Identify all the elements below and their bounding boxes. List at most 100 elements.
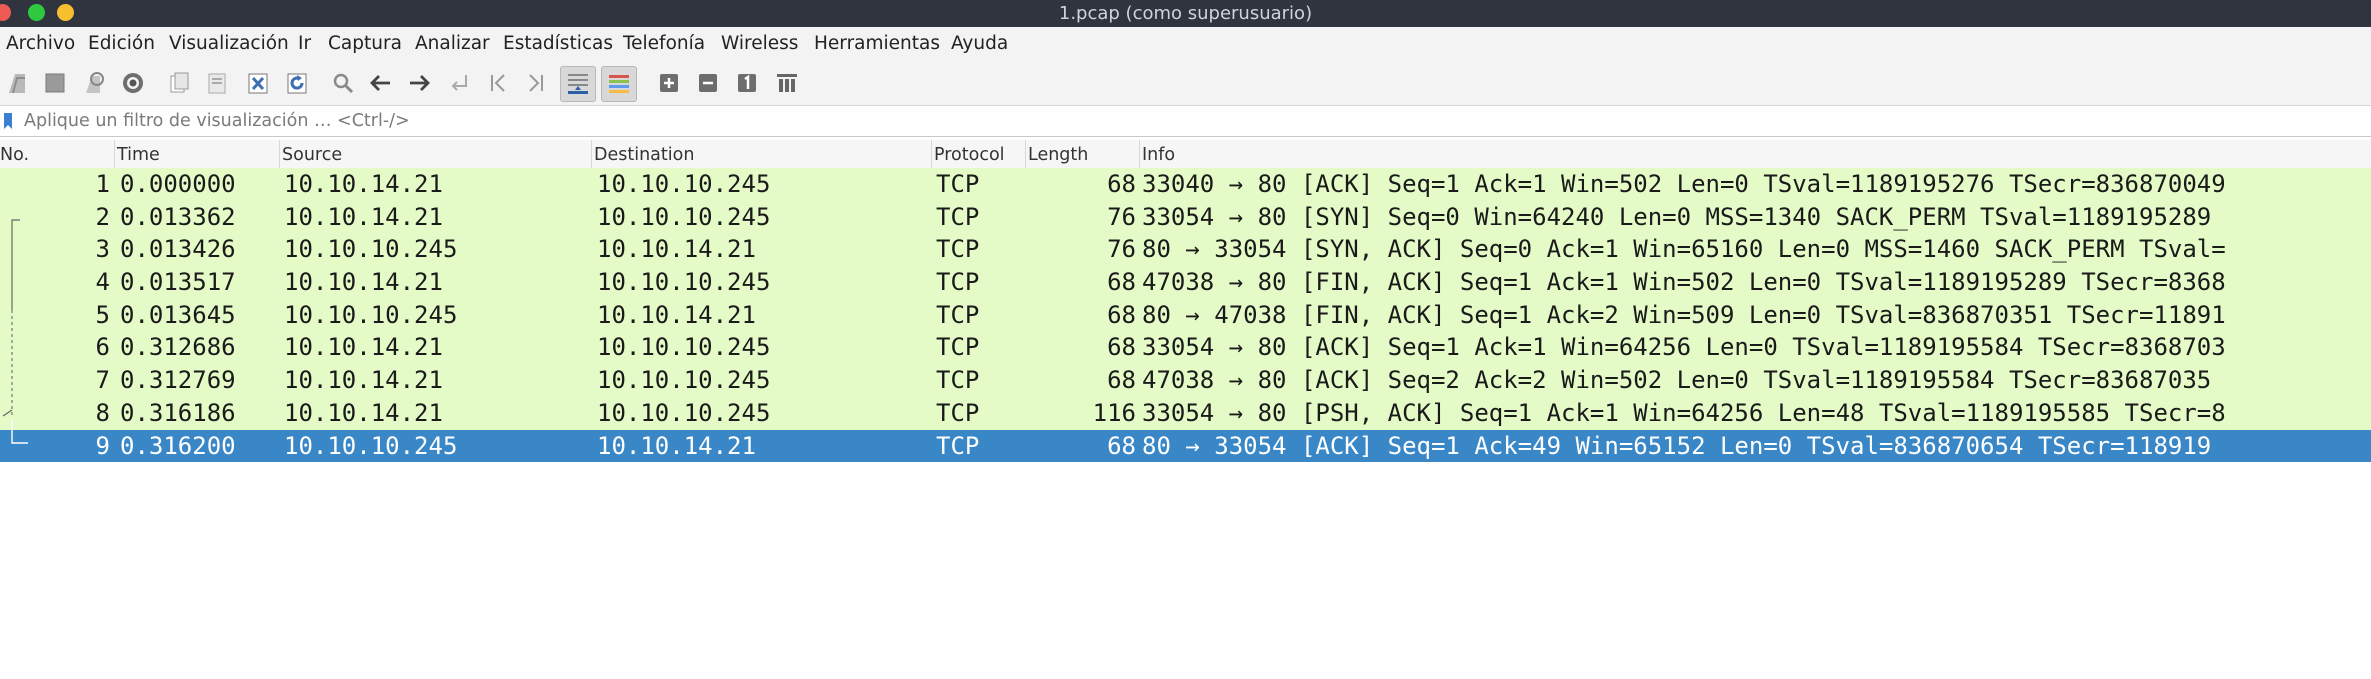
packet-row[interactable]: 5 0.013645 10.10.10.245 10.10.14.21 TCP … [0,298,2371,332]
find-packet-icon [333,73,354,94]
column-header-length[interactable]: Length [1026,140,1140,168]
column-header-protocol[interactable]: Protocol [932,140,1026,168]
packet-row[interactable]: 7 0.312769 10.10.14.21 10.10.10.245 TCP … [0,364,2371,397]
resize-columns-button[interactable] [770,66,804,100]
packet-length: 68 [1107,333,1136,362]
last-packet-button[interactable] [519,66,553,100]
autoscroll-button[interactable] [560,66,596,102]
first-packet-button[interactable] [481,66,515,100]
packet-protocol: TCP [936,235,980,264]
packet-time: 0.316186 [120,398,236,427]
window-title: 1.pcap (como superusuario) [1058,3,1313,24]
menu-archivo[interactable]: Archivo [6,27,75,61]
packet-destination: 10.10.10.245 [597,268,771,297]
packet-length: 68 [1107,366,1136,395]
find-packet-button[interactable] [326,66,360,100]
packet-no: 5 [95,300,110,329]
packet-no: 7 [95,366,110,395]
packet-no: 9 [95,431,110,460]
capture-options-button[interactable] [116,66,150,100]
packet-protocol: TCP [936,268,980,297]
packet-time: 0.013362 [120,202,236,231]
go-forward-button[interactable] [402,66,436,100]
packet-info: 80 → 47038 [FIN, ACK] Seq=1 Ack=2 Win=50… [1142,300,2226,329]
go-back-icon [370,75,390,91]
reload-file-button[interactable] [280,66,314,100]
restart-capture-button[interactable] [77,66,111,100]
packet-source: 10.10.14.21 [284,366,443,395]
menu-captura[interactable]: Captura [328,27,402,61]
packet-source: 10.10.10.245 [284,300,458,329]
packet-time: 0.312769 [120,366,236,395]
column-header-source[interactable]: Source [280,140,592,168]
packet-time: 0.013645 [120,300,236,329]
packet-source: 10.10.14.21 [284,170,443,198]
autoscroll-icon [568,74,588,94]
stop-capture-button[interactable] [38,66,72,100]
go-to-packet-icon [451,75,467,91]
packet-time: 0.013426 [120,235,236,264]
menu-herramientas[interactable]: Herramientas [814,27,940,61]
packet-row[interactable]: 6 0.312686 10.10.14.21 10.10.10.245 TCP … [0,331,2371,365]
packet-time: 0.316200 [120,431,236,460]
normal-size-button[interactable] [730,66,764,100]
menu-ir[interactable]: Ir [298,27,311,61]
menu-edicion[interactable]: Edición [88,27,155,61]
packet-list-header: No. Time Source Destination Protocol Len… [0,140,2371,169]
packet-row-selected[interactable]: 9 0.316200 10.10.10.245 10.10.14.21 TCP … [0,429,2371,463]
packet-info: 47038 → 80 [FIN, ACK] Seq=1 Ack=1 Win=50… [1142,268,2226,297]
packet-length: 68 [1107,268,1136,297]
packet-info: 80 → 33054 [ACK] Seq=1 Ack=49 Win=65152 … [1142,431,2212,460]
start-capture-button[interactable] [0,66,34,100]
packet-length: 76 [1107,202,1136,231]
packet-no: 3 [95,235,110,264]
zoom-out-button[interactable] [691,66,725,100]
packet-list: 1 0.000000 10.10.14.21 10.10.10.245 TCP … [0,168,2371,463]
menu-estadisticas[interactable]: Estadísticas [503,27,613,61]
packet-destination: 10.10.10.245 [597,398,771,427]
capture-options-icon [123,73,143,93]
packet-row[interactable]: 2 0.013362 10.10.14.21 10.10.10.245 TCP … [0,200,2371,234]
menu-analizar[interactable]: Analizar [415,27,490,61]
go-to-packet-button[interactable] [443,66,477,100]
colorize-button[interactable] [601,66,637,102]
packet-destination: 10.10.10.245 [597,170,771,198]
packet-row[interactable]: 8 0.316186 10.10.14.21 10.10.10.245 TCP … [0,396,2371,430]
reload-file-icon [287,73,307,94]
column-header-destination[interactable]: Destination [592,140,932,168]
column-header-info[interactable]: Info [1140,140,2371,168]
packet-time: 0.312686 [120,333,236,362]
column-header-time[interactable]: Time [115,140,280,168]
packet-time: 0.013517 [120,268,236,297]
main-toolbar [0,61,2371,106]
save-file-button[interactable] [200,66,234,100]
resize-columns-icon [777,74,797,92]
packet-protocol: TCP [936,170,980,198]
packet-row[interactable]: 3 0.013426 10.10.10.245 10.10.14.21 TCP … [0,233,2371,267]
save-file-icon [208,73,226,94]
menu-visualizacion[interactable]: Visualización [169,27,289,61]
menu-ayuda[interactable]: Ayuda [951,27,1008,61]
packet-destination: 10.10.14.21 [597,300,756,329]
packet-row[interactable]: 4 0.013517 10.10.14.21 10.10.10.245 TCP … [0,266,2371,299]
packet-length: 116 [1092,398,1136,427]
close-file-button[interactable] [241,66,275,100]
menu-wireless[interactable]: Wireless [721,27,798,61]
packet-destination: 10.10.10.245 [597,202,771,231]
bookmark-icon[interactable] [3,112,13,130]
display-filter-bar [0,106,2371,137]
menu-telefonia[interactable]: Telefonía [623,27,705,61]
packet-info: 33054 → 80 [ACK] Seq=1 Ack=1 Win=64256 L… [1142,333,2226,362]
packet-no: 1 [95,170,110,198]
go-back-button[interactable] [364,66,398,100]
packet-length: 68 [1107,431,1136,460]
zoom-in-button[interactable] [652,66,686,100]
packet-source: 10.10.14.21 [284,333,443,362]
display-filter-input[interactable] [24,106,2324,136]
column-header-no[interactable]: No. [0,140,115,168]
zoom-in-icon [660,74,678,92]
packet-row[interactable]: 1 0.000000 10.10.14.21 10.10.10.245 TCP … [0,168,2371,201]
packet-no: 8 [95,398,110,427]
open-file-button[interactable] [162,66,196,100]
packet-no: 6 [95,333,110,362]
